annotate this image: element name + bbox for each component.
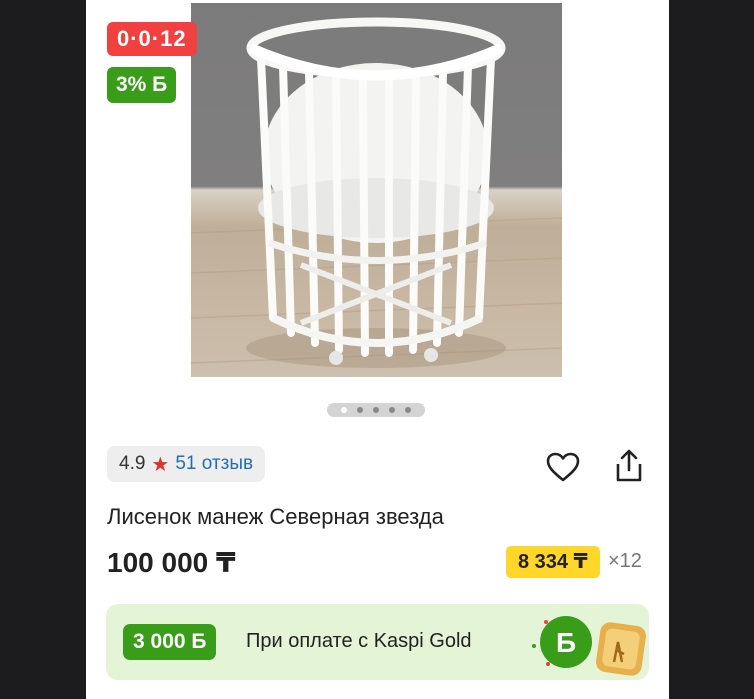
pagination-dot[interactable] xyxy=(405,407,411,413)
favorite-button[interactable] xyxy=(545,450,581,486)
share-icon xyxy=(616,449,642,482)
product-image-gallery[interactable] xyxy=(191,3,562,377)
bonus-logo-icon: Б xyxy=(556,627,576,658)
star-icon: ★ xyxy=(151,453,170,476)
gallery-pagination[interactable] xyxy=(327,403,425,417)
installment-months: ×12 xyxy=(608,550,642,572)
pagination-dot[interactable] xyxy=(357,407,363,413)
pagination-dot[interactable] xyxy=(341,407,347,413)
product-card: 0·0·12 3% Б 4.9 ★ 51 отзыв Лисенок манеж… xyxy=(86,0,669,699)
product-title: Лисенок манеж Северная звезда xyxy=(107,504,444,529)
kaspi-gold-illustration: Б xyxy=(532,616,646,676)
heart-icon xyxy=(546,452,580,482)
pagination-dot[interactable] xyxy=(373,407,379,413)
rating-reviews-link[interactable]: 4.9 ★ 51 отзыв xyxy=(107,446,266,482)
bonus-percent-badge: 3% Б xyxy=(107,67,177,103)
kaspi-gold-text: При оплате с Kaspi Gold xyxy=(246,630,472,652)
gold-bonus-badge: 3 000 Б xyxy=(123,624,217,660)
share-button[interactable] xyxy=(611,448,647,484)
pagination-dot[interactable] xyxy=(389,407,395,413)
installment-promo-badge: 0·0·12 xyxy=(107,22,197,56)
crib-image xyxy=(191,17,562,368)
monthly-installment-badge: 8 334 ₸ xyxy=(506,546,600,578)
rating-value: 4.9 xyxy=(119,453,146,474)
reviews-count[interactable]: 51 отзыв xyxy=(175,453,253,475)
kaspi-gold-banner[interactable]: 3 000 Б При оплате с Kaspi Gold Б xyxy=(106,604,649,680)
product-price: 100 000 ₸ xyxy=(107,547,236,578)
